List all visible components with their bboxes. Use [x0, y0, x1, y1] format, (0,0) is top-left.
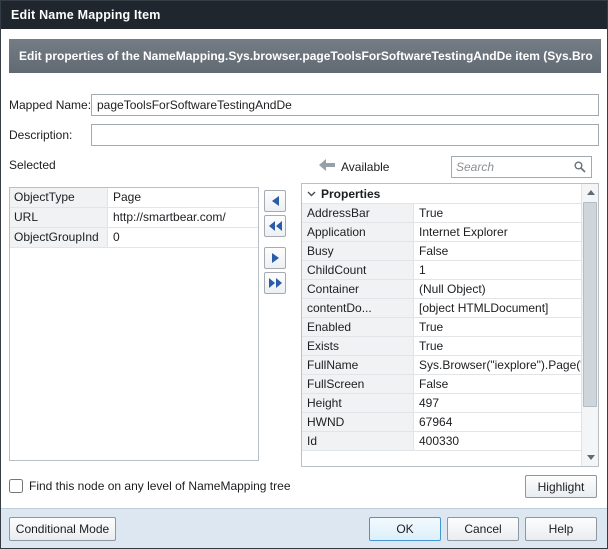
selected-row-name[interactable]: ObjectGroupInd — [10, 228, 108, 247]
property-name[interactable]: Enabled — [302, 318, 414, 336]
property-value[interactable]: True — [414, 318, 581, 336]
selected-panel-label: Selected — [9, 154, 56, 176]
property-value[interactable]: 67964 — [414, 413, 581, 431]
ok-button[interactable]: OK — [369, 517, 441, 541]
property-value[interactable]: 400330 — [414, 432, 581, 450]
property-name[interactable]: HWND — [302, 413, 414, 431]
property-value[interactable]: True — [414, 337, 581, 355]
property-name[interactable]: Height — [302, 394, 414, 412]
available-panel-label: Available — [341, 156, 389, 178]
selected-row-value[interactable]: http://smartbear.com/ — [108, 208, 258, 227]
selected-row-name[interactable]: URL — [10, 208, 108, 227]
search-box — [451, 156, 592, 178]
chevron-down-icon[interactable] — [307, 191, 316, 197]
selected-row-value[interactable]: Page — [108, 188, 258, 207]
selected-row[interactable]: ObjectType Page — [10, 188, 258, 208]
selected-row-value[interactable]: 0 — [108, 228, 258, 247]
mapped-name-input[interactable] — [91, 94, 599, 116]
property-name[interactable]: Container — [302, 280, 414, 298]
property-name[interactable]: Exists — [302, 337, 414, 355]
property-row[interactable]: HWND 67964 — [302, 413, 581, 432]
property-row[interactable]: AddressBar True — [302, 204, 581, 223]
property-row[interactable]: Busy False — [302, 242, 581, 261]
find-node-checkbox[interactable] — [9, 479, 23, 493]
property-name[interactable]: FullScreen — [302, 375, 414, 393]
properties-group-label: Properties — [321, 187, 380, 201]
property-row[interactable]: Id 400330 — [302, 432, 581, 451]
selected-row[interactable]: ObjectGroupInd 0 — [10, 228, 258, 248]
property-name[interactable]: FullName — [302, 356, 414, 374]
title-bar[interactable]: Edit Name Mapping Item — [1, 1, 607, 29]
property-row[interactable]: Exists True — [302, 337, 581, 356]
property-row[interactable]: Height 497 — [302, 394, 581, 413]
property-value[interactable]: 1 — [414, 261, 581, 279]
property-row[interactable]: Enabled True — [302, 318, 581, 337]
property-value[interactable]: False — [414, 375, 581, 393]
move-all-right-button[interactable] — [264, 272, 286, 294]
selected-row[interactable]: URL http://smartbear.com/ — [10, 208, 258, 228]
conditional-mode-button[interactable]: Conditional Mode — [9, 517, 116, 541]
search-icon[interactable] — [574, 161, 586, 173]
highlight-button[interactable]: Highlight — [525, 475, 597, 498]
property-value[interactable]: True — [414, 204, 581, 222]
property-name[interactable]: Busy — [302, 242, 414, 260]
property-value[interactable]: Sys.Browser("iexplore").Page("http:// — [414, 356, 581, 374]
description-label: Description: — [9, 124, 72, 146]
find-node-checkbox-label[interactable]: Find this node on any level of NameMappi… — [29, 479, 291, 493]
available-grid: Properties AddressBar True Application I… — [301, 183, 599, 467]
scrollbar-thumb[interactable] — [583, 202, 597, 407]
property-row[interactable]: Container (Null Object) — [302, 280, 581, 299]
cancel-button[interactable]: Cancel — [447, 517, 519, 541]
property-value[interactable]: Internet Explorer — [414, 223, 581, 241]
move-right-button[interactable] — [264, 247, 286, 269]
scroll-up-icon[interactable] — [582, 184, 599, 201]
window-title: Edit Name Mapping Item — [11, 1, 161, 29]
property-row[interactable]: FullScreen False — [302, 375, 581, 394]
header-band: Edit properties of the NameMapping.Sys.b… — [9, 39, 601, 73]
property-value[interactable]: 497 — [414, 394, 581, 412]
properties-group-header[interactable]: Properties — [302, 184, 581, 204]
property-value[interactable]: (Null Object) — [414, 280, 581, 298]
property-name[interactable]: Application — [302, 223, 414, 241]
property-row[interactable]: contentDo... [object HTMLDocument] — [302, 299, 581, 318]
edit-name-mapping-dialog: Edit Name Mapping Item Edit properties o… — [0, 0, 608, 549]
property-row[interactable]: Application Internet Explorer — [302, 223, 581, 242]
property-value[interactable]: False — [414, 242, 581, 260]
move-all-left-button[interactable] — [264, 215, 286, 237]
selected-grid: ObjectType Page URL http://smartbear.com… — [9, 187, 259, 461]
property-name[interactable]: ChildCount — [302, 261, 414, 279]
move-left-arrow-icon — [319, 159, 335, 171]
property-value[interactable]: [object HTMLDocument] — [414, 299, 581, 317]
property-name[interactable]: AddressBar — [302, 204, 414, 222]
vertical-scrollbar[interactable] — [581, 184, 598, 466]
selected-row-name[interactable]: ObjectType — [10, 188, 108, 207]
property-row[interactable]: ChildCount 1 — [302, 261, 581, 280]
property-name[interactable]: contentDo... — [302, 299, 414, 317]
scroll-down-icon[interactable] — [582, 449, 599, 466]
property-name[interactable]: Id — [302, 432, 414, 450]
search-input[interactable] — [452, 157, 574, 177]
description-input[interactable] — [91, 124, 599, 146]
mapped-name-label: Mapped Name: — [9, 94, 91, 116]
help-button[interactable]: Help — [525, 517, 597, 541]
header-text: Edit properties of the NameMapping.Sys.b… — [9, 39, 601, 73]
property-row[interactable]: FullName Sys.Browser("iexplore").Page("h… — [302, 356, 581, 375]
move-left-button[interactable] — [264, 190, 286, 212]
